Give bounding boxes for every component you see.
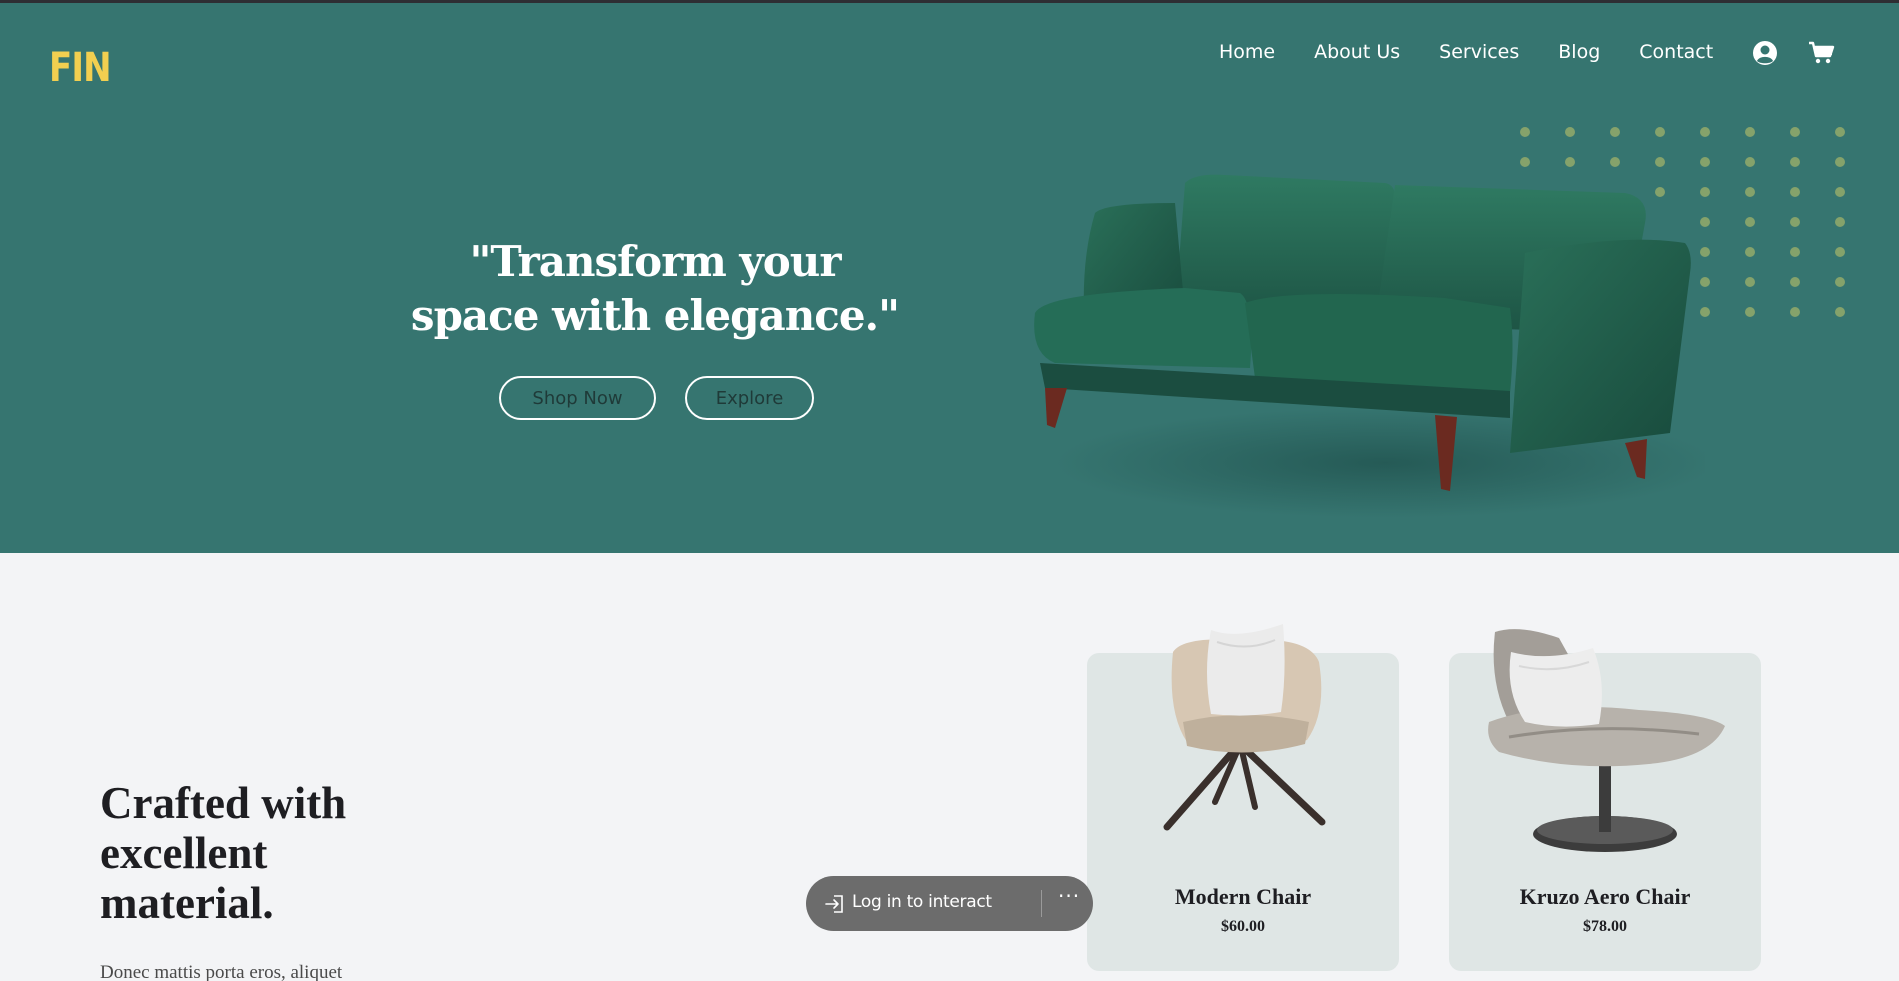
feature-body: Donec mattis porta eros, aliquet: [100, 962, 343, 981]
user-icon[interactable]: [1752, 40, 1778, 66]
nav-item-blog[interactable]: Blog: [1558, 41, 1600, 63]
brand-logo[interactable]: FIN: [49, 45, 112, 91]
decorative-dot: [1700, 127, 1710, 137]
nav-item-services[interactable]: Services: [1439, 41, 1519, 63]
main-nav: Home About Us Services Blog Contact: [1219, 41, 1713, 63]
product-name-kruzo-aero-chair: Kruzo Aero Chair: [1519, 884, 1691, 909]
decorative-dot: [1835, 217, 1845, 227]
decorative-dot: [1520, 127, 1530, 137]
decorative-dot: [1565, 127, 1575, 137]
decorative-dot: [1790, 277, 1800, 287]
decorative-dot: [1835, 157, 1845, 167]
decorative-dot: [1835, 247, 1845, 257]
hero-section: FIN Home About Us Services Blog Contact …: [0, 3, 1899, 553]
product-price-kruzo-aero-chair: $78.00: [1583, 918, 1627, 935]
product-price-modern-chair: $60.00: [1221, 918, 1265, 935]
nav-item-contact[interactable]: Contact: [1639, 41, 1713, 63]
login-to-interact-pill[interactable]: Log in to interact ···: [806, 876, 1093, 931]
decorative-dot: [1835, 277, 1845, 287]
nav-item-home[interactable]: Home: [1219, 41, 1275, 63]
hero-headline: "Transform your space with elegance.": [410, 237, 900, 340]
decorative-dot: [1745, 157, 1755, 167]
modern-chair-image: [1163, 624, 1326, 831]
decorative-dot: [1835, 127, 1845, 137]
decorative-dot: [1745, 217, 1755, 227]
more-icon[interactable]: ···: [1058, 884, 1080, 908]
product-name-modern-chair: Modern Chair: [1174, 884, 1312, 909]
decorative-dot: [1835, 307, 1845, 317]
decorative-dot: [1745, 277, 1755, 287]
decorative-dot: [1835, 187, 1845, 197]
decorative-dot: [1745, 307, 1755, 317]
decorative-dot: [1790, 247, 1800, 257]
explore-button[interactable]: Explore: [685, 376, 814, 420]
pill-separator: [1041, 890, 1042, 917]
decorative-dot: [1610, 127, 1620, 137]
nav-item-about-us[interactable]: About Us: [1314, 41, 1400, 63]
sofa-image: [1034, 174, 1705, 518]
cart-icon[interactable]: [1807, 40, 1835, 66]
decorative-dot: [1790, 217, 1800, 227]
login-icon[interactable]: [824, 893, 846, 915]
shop-now-button[interactable]: Shop Now: [499, 376, 656, 420]
decorative-dot: [1790, 307, 1800, 317]
kruzo-aero-chair-image: [1488, 629, 1725, 852]
decorative-dot: [1745, 187, 1755, 197]
login-label[interactable]: Log in to interact: [852, 892, 992, 912]
decorative-dot: [1745, 127, 1755, 137]
decorative-dot: [1790, 127, 1800, 137]
decorative-dot: [1655, 127, 1665, 137]
decorative-dot: [1790, 187, 1800, 197]
decorative-dot: [1745, 247, 1755, 257]
decorative-dot: [1790, 157, 1800, 167]
feature-title: Crafted with excellent material.: [100, 778, 347, 928]
